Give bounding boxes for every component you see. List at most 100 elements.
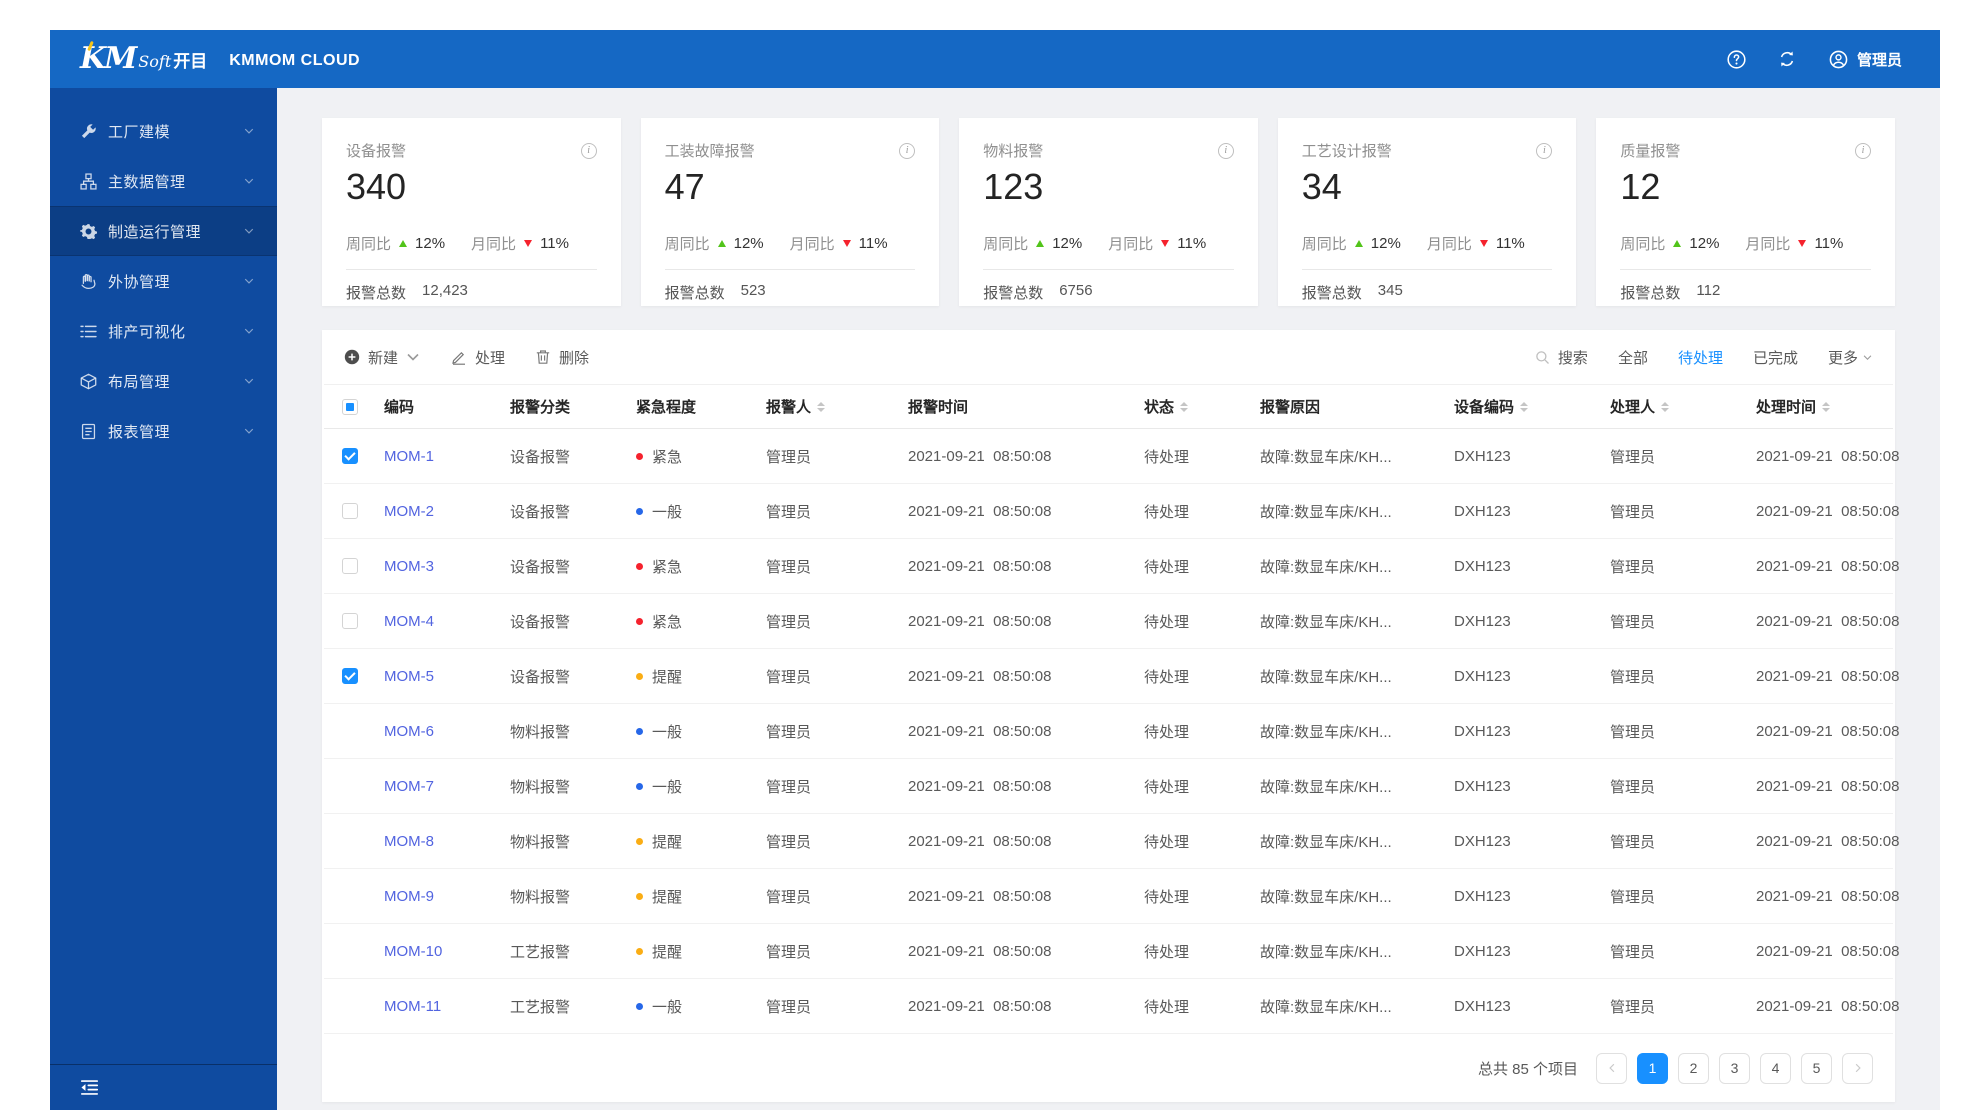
hand-icon: [80, 273, 97, 290]
column-header[interactable]: 处理人: [1610, 396, 1756, 417]
info-icon[interactable]: i: [899, 142, 916, 159]
select-all-checkbox[interactable]: [342, 398, 358, 415]
search-button[interactable]: 搜索: [1535, 347, 1588, 368]
user-icon: [1829, 50, 1848, 69]
menu-fold-icon[interactable]: [80, 1078, 99, 1097]
row-code-link[interactable]: MOM-4: [384, 613, 510, 630]
row-device-code: DXH123: [1454, 557, 1511, 575]
row-code-link[interactable]: MOM-9: [384, 888, 510, 905]
stat-card-value: 12: [1620, 166, 1661, 207]
row-status: 待处理: [1144, 888, 1190, 906]
info-icon[interactable]: i: [1854, 142, 1871, 159]
sort-caret-icon[interactable]: [1822, 401, 1831, 412]
row-reason: 故障:数显车床/KH...: [1260, 998, 1392, 1016]
sidebar-item-排产可视化[interactable]: 排产可视化: [50, 306, 277, 356]
stat-cards-row: 设备报警 i 340 周同比 12% 月同比 11% 报警总数 12,423 工装…: [322, 118, 1895, 306]
row-code-link[interactable]: MOM-2: [384, 503, 510, 520]
sidebar-item-主数据管理[interactable]: 主数据管理: [50, 156, 277, 206]
row-code-link[interactable]: MOM-3: [384, 558, 510, 575]
table-toolbar: 新建 处理 删除 搜索 全部 待处理 已完成 更多: [324, 330, 1893, 384]
new-button[interactable]: 新建: [344, 347, 421, 368]
row-status: 待处理: [1144, 723, 1190, 741]
info-icon[interactable]: i: [580, 142, 597, 159]
row-device-code: DXH123: [1454, 447, 1511, 465]
column-header[interactable]: 处理时间: [1756, 396, 1875, 417]
row-status: 待处理: [1144, 448, 1190, 466]
sidebar-item-工厂建模[interactable]: 工厂建模: [50, 106, 277, 156]
info-icon[interactable]: i: [1217, 142, 1234, 159]
row-device-code: DXH123: [1454, 722, 1511, 740]
stat-card-total: 报警总数 12,423: [346, 269, 597, 303]
sort-caret-icon[interactable]: [1180, 401, 1189, 412]
page-button-3[interactable]: 3: [1719, 1052, 1750, 1084]
cube-icon: [80, 373, 97, 390]
row-status: 待处理: [1144, 998, 1190, 1016]
trend-up-icon: [399, 240, 408, 247]
row-handler: 管理员: [1610, 448, 1656, 466]
chevron-down-icon: [243, 375, 255, 387]
row-checkbox[interactable]: [342, 503, 358, 519]
sidebar-item-label: 外协管理: [108, 273, 171, 291]
filter-tab-全部[interactable]: 全部: [1618, 347, 1648, 368]
row-urgency: 一般: [636, 776, 766, 797]
refresh-icon[interactable]: [1778, 50, 1797, 69]
info-icon[interactable]: i: [1536, 142, 1553, 159]
row-code-link[interactable]: MOM-8: [384, 833, 510, 850]
help-icon[interactable]: [1727, 50, 1746, 69]
pagination-total: 总共 85 个项目: [1477, 1060, 1578, 1078]
urgency-dot-icon: [636, 727, 643, 735]
row-handler: 管理员: [1610, 833, 1656, 851]
wrench-icon: [80, 123, 97, 140]
week-trend: 周同比 12%: [1301, 235, 1401, 253]
prev-page-button[interactable]: [1596, 1052, 1627, 1084]
page-button-2[interactable]: 2: [1678, 1052, 1709, 1084]
page-button-1[interactable]: 1: [1637, 1052, 1668, 1084]
row-checkbox[interactable]: [342, 613, 358, 629]
search-icon: [1535, 350, 1550, 365]
column-header[interactable]: 报警人: [766, 396, 908, 417]
column-header-label: 处理时间: [1756, 399, 1817, 416]
trend-down-icon: [1161, 240, 1170, 247]
row-checkbox[interactable]: [342, 668, 358, 684]
sidebar-item-报表管理[interactable]: 报表管理: [50, 406, 277, 456]
row-checkbox[interactable]: [342, 448, 358, 464]
pagination: 总共 85 个项目 12345: [324, 1034, 1893, 1102]
row-reason: 故障:数显车床/KH...: [1260, 833, 1392, 851]
user-menu[interactable]: 管理员: [1829, 49, 1902, 70]
filter-tab-待处理[interactable]: 待处理: [1678, 347, 1723, 368]
column-header[interactable]: 设备编码: [1454, 396, 1610, 417]
trend-down-icon: [1798, 240, 1807, 247]
sidebar-item-布局管理[interactable]: 布局管理: [50, 356, 277, 406]
row-handle-time: 2021-09-21 08:50:08: [1756, 722, 1900, 740]
next-page-button[interactable]: [1842, 1052, 1873, 1084]
row-alarm-time: 2021-09-21 08:50:08: [908, 777, 1052, 795]
column-header[interactable]: 状态: [1144, 396, 1260, 417]
delete-button[interactable]: 删除: [535, 347, 589, 368]
page-button-5[interactable]: 5: [1801, 1052, 1832, 1084]
row-checkbox[interactable]: [342, 558, 358, 574]
row-category: 设备报警: [510, 613, 571, 631]
more-button[interactable]: 更多: [1828, 347, 1873, 368]
row-code-link[interactable]: MOM-10: [384, 943, 510, 960]
column-header-label: 设备编码: [1454, 399, 1515, 416]
sidebar-item-外协管理[interactable]: 外协管理: [50, 256, 277, 306]
column-header-label: 报警分类: [510, 399, 571, 416]
sidebar-item-制造运行管理[interactable]: 制造运行管理: [50, 206, 277, 256]
row-code-link[interactable]: MOM-11: [384, 998, 510, 1015]
row-device-code: DXH123: [1454, 832, 1511, 850]
row-device-code: DXH123: [1454, 777, 1511, 795]
column-header-label: 处理人: [1610, 399, 1656, 416]
row-handler: 管理员: [1610, 778, 1656, 796]
page-button-4[interactable]: 4: [1760, 1052, 1791, 1084]
sort-caret-icon[interactable]: [1520, 401, 1529, 412]
row-code-link[interactable]: MOM-6: [384, 723, 510, 740]
sort-caret-icon[interactable]: [817, 401, 826, 412]
row-category: 工艺报警: [510, 943, 571, 961]
sort-caret-icon[interactable]: [1661, 401, 1670, 412]
row-category: 设备报警: [510, 668, 571, 686]
filter-tab-已完成[interactable]: 已完成: [1753, 347, 1798, 368]
row-code-link[interactable]: MOM-7: [384, 778, 510, 795]
row-code-link[interactable]: MOM-5: [384, 668, 510, 685]
row-code-link[interactable]: MOM-1: [384, 448, 510, 465]
process-button[interactable]: 处理: [451, 347, 505, 368]
